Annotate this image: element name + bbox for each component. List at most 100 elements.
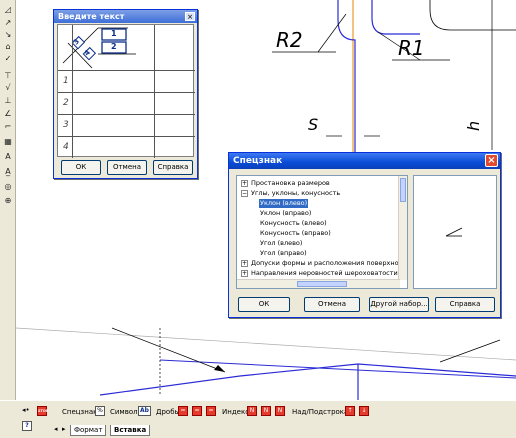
dot-icon[interactable]: ⊕ <box>2 195 14 206</box>
cancel-button[interactable]: Отмена <box>107 160 147 175</box>
row-divider <box>58 70 195 71</box>
row-divider <box>58 114 195 115</box>
fraction-label[interactable]: Дробь <box>156 408 179 416</box>
axis-icon[interactable]: ◎ <box>2 181 14 192</box>
fraction-icon[interactable]: = <box>178 406 188 416</box>
row-number: 3 <box>63 120 69 130</box>
label-r2: R2 <box>276 28 303 52</box>
arrow-icon[interactable]: ↗ <box>2 17 14 28</box>
tree-item[interactable]: Конусность (вправо) <box>260 229 331 238</box>
label-h: h <box>464 121 483 131</box>
fraction-icon[interactable]: = <box>192 406 202 416</box>
index-icon[interactable]: N <box>247 406 257 416</box>
text-dialog: Введите текст × 3 4 1 2 1 2 3 4 ОК Отмен… <box>53 9 198 179</box>
lower-leader <box>111 327 226 373</box>
collapse-icon[interactable]: − <box>241 190 248 197</box>
special-sign-icon[interactable]: % <box>95 406 105 416</box>
nav-left-icon[interactable]: ◂ <box>54 425 58 433</box>
frame-icon[interactable]: ⌐ <box>2 121 14 132</box>
special-sign-title-text: Спецзнак <box>233 156 283 166</box>
cell-label-1: 1 <box>111 29 117 38</box>
lower-rim <box>159 359 516 379</box>
col-divider <box>154 25 155 158</box>
ok-button[interactable]: ОК <box>238 297 290 312</box>
profile-contour-right <box>371 0 420 35</box>
ok-button[interactable]: ОК <box>61 160 101 175</box>
sign-preview <box>413 175 497 289</box>
expand-icon[interactable]: + <box>241 270 248 277</box>
outer-contour <box>429 0 516 31</box>
index-label[interactable]: Индекс <box>222 408 249 416</box>
sym-icon[interactable]: A̲ <box>2 166 14 177</box>
roughness-sign <box>62 27 136 69</box>
properties-panel: ◂• STOP Спецзнак % Символ Ab Дробь = = =… <box>0 400 516 438</box>
weld-icon[interactable]: ⊥ <box>2 95 14 106</box>
special-sign-dialog: Спецзнак × + Простановка размеров − Углы… <box>228 152 501 318</box>
other-set-button[interactable]: Другой набор... <box>369 297 429 312</box>
row-divider <box>58 92 195 93</box>
col-divider <box>72 25 73 158</box>
supsub-label[interactable]: Над/Подстрока <box>292 408 348 416</box>
nav-right-icon[interactable]: ▸ <box>62 425 66 433</box>
cell-label-2: 2 <box>111 42 117 51</box>
r2-leader <box>317 13 347 53</box>
spec-label[interactable]: Спецзнак <box>62 408 97 416</box>
dimension-icon[interactable]: ◿ <box>2 4 14 15</box>
row-number: 4 <box>63 142 69 152</box>
subscript-icon[interactable]: ↓ <box>359 406 369 416</box>
scroll-thumb[interactable] <box>400 178 406 202</box>
rough-icon[interactable]: √ <box>2 82 14 93</box>
fraction-icon[interactable]: = <box>206 406 216 416</box>
base-icon[interactable]: ⊤ <box>2 70 14 81</box>
help-icon[interactable]: ? <box>22 421 32 431</box>
index-icon[interactable]: N <box>261 406 271 416</box>
row-number: 1 <box>63 76 69 86</box>
row-divider <box>58 136 195 137</box>
tree-item[interactable]: Уклон (вправо) <box>260 209 311 218</box>
expand-icon[interactable]: + <box>241 180 248 187</box>
symbol-label[interactable]: Символ <box>110 408 138 416</box>
superscript-icon[interactable]: ↑ <box>345 406 355 416</box>
sign-tree[interactable]: + Простановка размеров − Углы, уклоны, к… <box>236 175 408 289</box>
text-icon[interactable]: A <box>2 151 14 162</box>
tree-item-selected[interactable]: Уклон (влево) <box>259 199 309 208</box>
tree-vertical-scrollbar[interactable] <box>398 176 407 280</box>
lower-contour <box>99 363 516 396</box>
expand-icon[interactable]: + <box>241 260 248 267</box>
scroll-thumb[interactable] <box>297 281 347 287</box>
tree-horizontal-scrollbar[interactable] <box>237 279 400 288</box>
tree-item[interactable]: Углы, уклоны, конусность <box>251 189 340 198</box>
tree-item[interactable]: Простановка размеров <box>251 179 330 188</box>
tab-insert[interactable]: Вставка <box>110 425 151 436</box>
hatch-line <box>15 327 516 361</box>
tree-item[interactable]: Направления неровностей шероховатости <box>251 269 398 278</box>
left-toolbar: ◿ ↗ ↘ ⌂ ✓ ⊤ √ ⊥ ∠ ⌐ ▦ A A̲ ◎ ⊕ <box>0 0 16 400</box>
leader-icon[interactable]: ↘ <box>2 29 14 40</box>
row-number: 2 <box>63 98 69 108</box>
stop-icon[interactable]: STOP <box>37 406 48 416</box>
label-s: S <box>308 115 318 134</box>
tree-item[interactable]: Конусность (влево) <box>260 219 327 228</box>
tab-format[interactable]: Формат <box>70 425 107 436</box>
leader-arrow <box>214 365 225 372</box>
cancel-button[interactable]: Отмена <box>304 297 360 312</box>
tree-item[interactable]: Угол (влево) <box>260 239 302 248</box>
tree-item[interactable]: Угол (вправо) <box>260 249 307 258</box>
text-dialog-title: Введите текст × <box>54 10 197 23</box>
slope-sign-icon <box>445 227 463 237</box>
help-button[interactable]: Справка <box>153 160 193 175</box>
index-icon[interactable]: N <box>275 406 285 416</box>
mark-icon[interactable]: ✓ <box>2 53 14 64</box>
angle-icon[interactable]: ∠ <box>2 108 14 119</box>
special-sign-title: Спецзнак × <box>229 153 500 169</box>
pos-icon[interactable]: ⌂ <box>2 41 14 52</box>
pin-icon[interactable]: ◂• <box>22 406 30 414</box>
label-r1: R1 <box>398 36 425 60</box>
table-icon[interactable]: ▦ <box>2 136 14 147</box>
help-button[interactable]: Справка <box>435 297 495 312</box>
close-icon[interactable]: × <box>185 12 195 21</box>
text-table[interactable]: 3 4 1 2 1 2 3 4 <box>57 24 195 158</box>
close-icon[interactable]: × <box>485 154 498 167</box>
tree-item[interactable]: Допуски формы и расположения поверхносте… <box>251 259 407 268</box>
symbol-icon[interactable]: Ab <box>138 406 151 416</box>
